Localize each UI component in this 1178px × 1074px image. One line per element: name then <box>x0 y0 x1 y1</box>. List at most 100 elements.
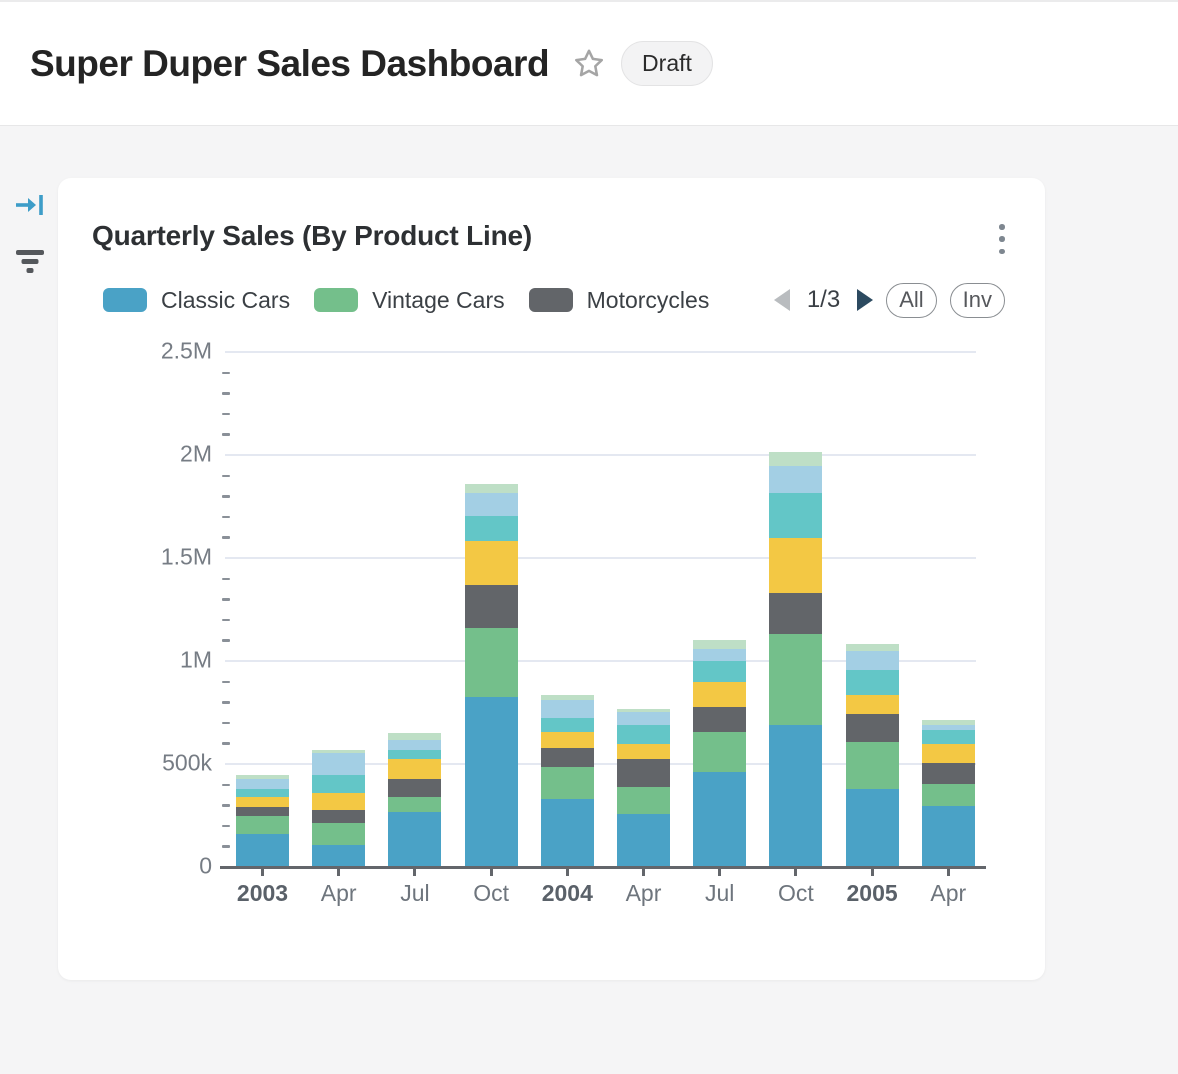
legend-swatch-icon <box>314 288 358 312</box>
bar-segment[interactable] <box>846 742 899 789</box>
x-axis-tick <box>337 869 340 876</box>
favorite-button[interactable] <box>571 46 607 82</box>
bar-segment[interactable] <box>465 628 518 697</box>
bar-segment[interactable] <box>541 799 594 866</box>
x-axis-tick <box>718 869 721 876</box>
y-minor-tick <box>222 681 230 684</box>
legend-swatch-icon <box>529 288 573 312</box>
bar-segment[interactable] <box>769 538 822 592</box>
bar-segment[interactable] <box>541 732 594 748</box>
legend-item-2[interactable]: Motorcycles <box>529 287 710 314</box>
bar-segment[interactable] <box>388 812 441 866</box>
legend-item-label: Motorcycles <box>587 287 710 314</box>
bar-stack-Jul[interactable] <box>693 640 746 866</box>
bar-segment[interactable] <box>846 644 899 652</box>
bar-segment[interactable] <box>922 784 975 807</box>
bar-segment[interactable] <box>846 651 899 670</box>
bar-segment[interactable] <box>617 814 670 866</box>
bar-segment[interactable] <box>846 714 899 742</box>
bar-segment[interactable] <box>617 744 670 760</box>
y-tick-label: 1.5M <box>161 544 212 571</box>
bar-segment[interactable] <box>617 712 670 724</box>
bar-segment[interactable] <box>769 593 822 634</box>
collapse-panel-button[interactable] <box>12 188 48 222</box>
legend-next-arrow[interactable] <box>857 289 873 311</box>
bar-segment[interactable] <box>541 718 594 732</box>
bar-segment[interactable] <box>693 649 746 662</box>
bar-stack-Apr[interactable] <box>922 720 975 866</box>
bar-segment[interactable] <box>312 845 365 866</box>
bar-segment[interactable] <box>693 661 746 682</box>
bar-segment[interactable] <box>541 700 594 718</box>
bar-segment[interactable] <box>846 789 899 866</box>
bar-segment[interactable] <box>693 640 746 648</box>
bar-segment[interactable] <box>236 807 289 816</box>
bar-segment[interactable] <box>693 707 746 732</box>
bar-segment[interactable] <box>465 541 518 585</box>
legend-item-0[interactable]: Classic Cars <box>103 287 290 314</box>
bar-segment[interactable] <box>236 834 289 866</box>
bar-stack-Jul[interactable] <box>388 733 441 866</box>
legend-prev-arrow[interactable] <box>774 289 790 311</box>
bar-segment[interactable] <box>312 753 365 775</box>
bar-segment[interactable] <box>846 695 899 714</box>
bar-segment[interactable] <box>236 816 289 833</box>
bar-segment[interactable] <box>617 787 670 814</box>
x-axis-tick <box>871 869 874 876</box>
bar-segment[interactable] <box>312 775 365 793</box>
bar-stack-Apr[interactable] <box>617 709 670 866</box>
bar-stack-Apr[interactable] <box>312 750 365 866</box>
bar-segment[interactable] <box>236 789 289 797</box>
bar-segment[interactable] <box>769 452 822 466</box>
bar-stack-Oct[interactable] <box>769 452 822 866</box>
bar-segment[interactable] <box>236 797 289 807</box>
y-minor-tick <box>222 536 230 539</box>
bar-segment[interactable] <box>465 585 518 627</box>
y-minor-tick <box>222 516 230 519</box>
bar-segment[interactable] <box>388 759 441 779</box>
bar-segment[interactable] <box>388 740 441 750</box>
bar-segment[interactable] <box>922 744 975 763</box>
bar-segment[interactable] <box>922 806 975 866</box>
bar-segment[interactable] <box>465 697 518 866</box>
x-axis-tick <box>794 869 797 876</box>
bar-segment[interactable] <box>541 748 594 767</box>
bar-segment[interactable] <box>769 466 822 493</box>
bar-segment[interactable] <box>465 484 518 493</box>
bar-segment[interactable] <box>617 725 670 744</box>
card-menu-button[interactable] <box>993 222 1011 256</box>
legend-select-all-button[interactable]: All <box>886 283 936 318</box>
bar-segment[interactable] <box>846 670 899 695</box>
bar-segment[interactable] <box>541 767 594 799</box>
bar-segment[interactable] <box>922 763 975 784</box>
bar-segment[interactable] <box>312 810 365 823</box>
bar-stack-2005[interactable] <box>846 644 899 866</box>
bar-segment[interactable] <box>236 779 289 789</box>
y-tick-label: 500k <box>162 750 212 777</box>
bar-segment[interactable] <box>312 823 365 845</box>
bar-segment[interactable] <box>769 493 822 539</box>
legend-item-1[interactable]: Vintage Cars <box>314 287 505 314</box>
bar-segment[interactable] <box>312 793 365 810</box>
legend-invert-button[interactable]: Inv <box>950 283 1005 318</box>
legend-pager: 1/3 All Inv <box>774 283 1005 318</box>
bar-segment[interactable] <box>693 682 746 707</box>
bar-segment[interactable] <box>769 725 822 866</box>
bar-segment[interactable] <box>693 772 746 866</box>
bar-segment[interactable] <box>388 750 441 759</box>
filter-button[interactable] <box>12 244 48 278</box>
bar-segment[interactable] <box>388 779 441 797</box>
legend-swatch-icon <box>103 288 147 312</box>
bar-segment[interactable] <box>769 634 822 725</box>
bar-segment[interactable] <box>693 732 746 773</box>
bar-segment[interactable] <box>922 730 975 744</box>
bar-segment[interactable] <box>465 493 518 515</box>
bar-stack-Oct[interactable] <box>465 484 518 866</box>
bar-segment[interactable] <box>617 759 670 787</box>
bar-segment[interactable] <box>388 733 441 740</box>
bar-segment[interactable] <box>388 797 441 812</box>
bar-stack-2003[interactable] <box>236 775 289 866</box>
bar-stack-2004[interactable] <box>541 695 594 866</box>
x-axis-tick <box>642 869 645 876</box>
bar-segment[interactable] <box>465 516 518 541</box>
